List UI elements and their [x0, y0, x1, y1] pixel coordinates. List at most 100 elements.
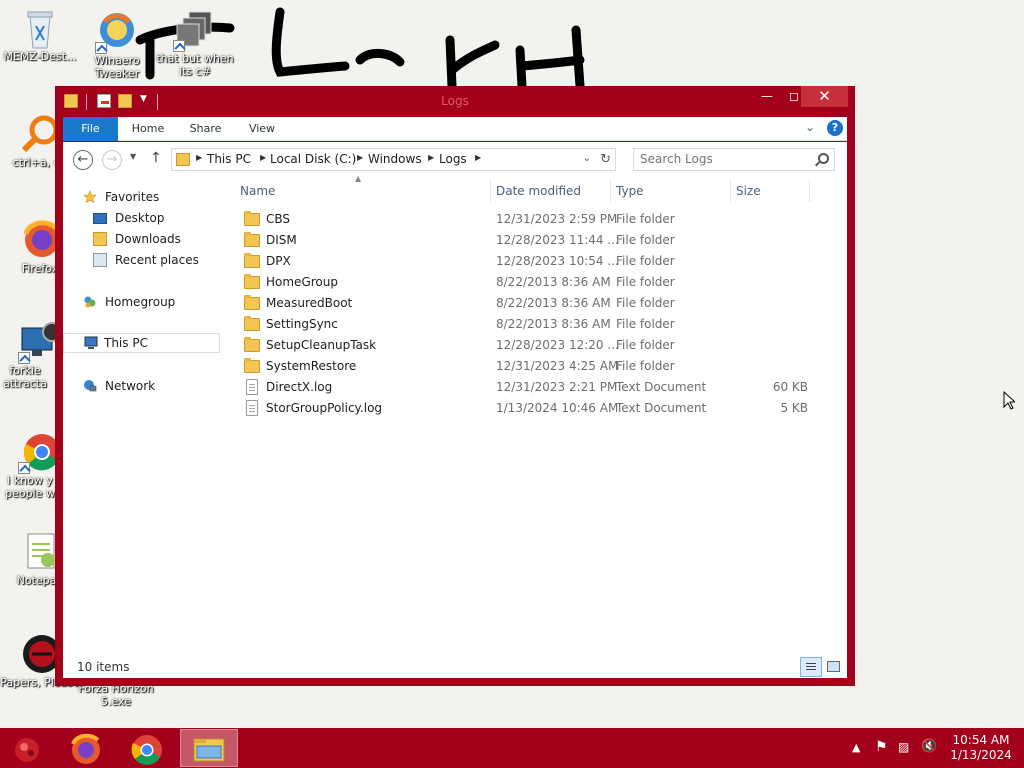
file-date: 8/22/2013 8:36 AM	[496, 317, 611, 331]
navigation-pane: Favorites Desktop Downloads Recent place…	[63, 176, 223, 656]
desktop-icon	[93, 213, 107, 224]
title-bar[interactable]: ▼ Logs — ◻ ✕	[55, 86, 855, 117]
nav-label: Downloads	[115, 232, 181, 246]
chevron-right-icon[interactable]: ▶	[428, 153, 434, 162]
tab-share[interactable]: Share	[178, 117, 233, 141]
column-divider[interactable]	[730, 180, 731, 202]
taskbar-clock[interactable]: 10:54 AM 1/13/2024	[946, 733, 1016, 763]
file-list: ▲ Name Date modified Type Size CBS 12/31…	[233, 174, 847, 656]
nav-downloads[interactable]: Downloads	[63, 229, 220, 249]
file-row[interactable]: DPX 12/28/2023 10:54 ... File folder	[233, 251, 833, 272]
winaero-icon	[95, 10, 139, 54]
desktop-icon-that-but-when[interactable]: that but when its c#	[155, 8, 235, 78]
tab-view[interactable]: View	[238, 117, 286, 141]
file-row[interactable]: SystemRestore 12/31/2023 4:25 AM File fo…	[233, 356, 833, 377]
file-row[interactable]: DISM 12/28/2023 11:44 ... File folder	[233, 230, 833, 251]
tab-home[interactable]: Home	[123, 117, 173, 141]
file-name: CBS	[266, 212, 291, 226]
file-row[interactable]: CBS 12/31/2023 2:59 PM File folder	[233, 209, 833, 230]
file-type: Text Document	[616, 401, 707, 415]
search-box[interactable]	[633, 148, 835, 171]
chevron-right-icon[interactable]: ▶	[260, 153, 266, 162]
shortcut-arrow-icon	[18, 462, 30, 474]
file-row[interactable]: SettingSync 8/22/2013 8:36 AM File folde…	[233, 314, 833, 335]
file-row[interactable]: HomeGroup 8/22/2013 8:36 AM File folder	[233, 272, 833, 293]
column-header-name[interactable]: Name	[240, 180, 490, 202]
address-bar[interactable]: ▶ This PC ▶ Local Disk (C:) ▶ Windows ▶ …	[171, 148, 616, 171]
address-history-dropdown[interactable]: ⌄	[583, 153, 591, 164]
file-type: Text Document	[616, 380, 707, 394]
file-row[interactable]: MeasuredBoot 8/22/2013 8:36 AM File fold…	[233, 293, 833, 314]
show-hidden-icons-button[interactable]: ▲	[852, 741, 860, 754]
nav-network[interactable]: Network	[63, 376, 220, 396]
file-type: File folder	[616, 296, 675, 310]
breadcrumb-this-pc[interactable]: This PC	[207, 152, 251, 166]
file-row[interactable]: StorGroupPolicy.log 1/13/2024 10:46 AM T…	[233, 398, 833, 419]
folder-icon	[244, 274, 260, 289]
file-name: SettingSync	[266, 317, 338, 331]
file-date: 1/13/2024 10:46 AM	[496, 401, 619, 415]
nav-favorites[interactable]: Favorites	[63, 187, 220, 207]
expand-ribbon-icon[interactable]: ⌄	[805, 120, 815, 134]
column-header-date-modified[interactable]: Date modified	[496, 180, 606, 202]
large-icons-view-button[interactable]	[825, 658, 841, 674]
forward-button[interactable]: →	[102, 150, 122, 170]
desktop-icon-winaero[interactable]: Winaero Tweaker	[77, 10, 157, 80]
text-document-icon	[246, 400, 258, 416]
details-view-button[interactable]	[800, 657, 822, 677]
column-divider[interactable]	[610, 180, 611, 202]
search-icon[interactable]	[818, 153, 829, 164]
clock-time: 10:54 AM	[952, 733, 1010, 747]
nav-this-pc[interactable]: This PC	[63, 333, 220, 353]
help-icon[interactable]: ?	[827, 120, 843, 136]
breadcrumb-windows[interactable]: Windows	[368, 152, 422, 166]
up-button[interactable]: ↑	[150, 150, 162, 166]
tab-file[interactable]: File	[63, 117, 118, 141]
folder-icon	[244, 337, 260, 352]
volume-muted-icon[interactable]: 🔇	[921, 739, 937, 754]
computer-icon	[84, 336, 98, 350]
nav-recent-places[interactable]: Recent places	[63, 250, 220, 270]
column-divider[interactable]	[809, 180, 810, 202]
recycle-bin-icon	[18, 6, 62, 50]
search-input[interactable]	[640, 152, 810, 166]
file-name: DPX	[266, 254, 291, 268]
network-icon[interactable]: ▨	[898, 740, 909, 754]
breadcrumb-local-disk[interactable]: Local Disk (C:)	[270, 152, 356, 166]
breadcrumb-logs[interactable]: Logs	[439, 152, 467, 166]
nav-desktop[interactable]: Desktop	[63, 208, 220, 228]
file-name: DISM	[266, 233, 297, 247]
nav-label: Network	[105, 379, 156, 393]
desktop-icon-recycle-bin[interactable]: MEMZ-Dest...	[0, 6, 80, 63]
file-explorer-window[interactable]: ▼ Logs — ◻ ✕ File Home Share View ⌄ ? ← …	[55, 86, 855, 686]
start-button[interactable]	[0, 731, 56, 767]
file-explorer-icon	[193, 738, 225, 762]
back-button[interactable]: ←	[73, 150, 93, 170]
minimize-button[interactable]: —	[754, 86, 780, 106]
chevron-right-icon[interactable]: ▶	[475, 153, 481, 162]
close-button[interactable]: ✕	[801, 86, 848, 107]
file-row[interactable]: DirectX.log 12/31/2023 2:21 PM Text Docu…	[233, 377, 833, 398]
mouse-pointer-icon	[1003, 391, 1015, 410]
taskbar-file-explorer[interactable]	[180, 729, 238, 767]
file-row[interactable]: SetupCleanupTask 12/28/2023 12:20 ... Fi…	[233, 335, 833, 356]
column-divider[interactable]	[490, 180, 491, 202]
chevron-right-icon[interactable]: ▶	[357, 153, 363, 162]
taskbar-chrome[interactable]	[119, 731, 175, 767]
navigation-bar: ← → ▼ ↑ ▶ This PC ▶ Local Disk (C:) ▶ Wi…	[63, 142, 847, 176]
column-header-type[interactable]: Type	[616, 180, 726, 202]
recent-locations-dropdown[interactable]: ▼	[130, 152, 136, 161]
desktop-icon-label: forkie attracta	[3, 364, 47, 390]
chevron-right-icon[interactable]: ▶	[196, 153, 202, 162]
column-header-size[interactable]: Size	[736, 180, 806, 202]
shortcut-arrow-icon	[173, 40, 185, 52]
recent-places-icon	[93, 253, 107, 267]
action-center-flag-icon[interactable]: ⚑	[875, 739, 888, 755]
network-icon	[83, 379, 97, 393]
taskbar-firefox[interactable]	[58, 731, 114, 767]
refresh-button[interactable]: ↻	[600, 152, 611, 167]
file-name: HomeGroup	[266, 275, 338, 289]
item-count: 10 items	[77, 660, 130, 674]
shortcut-arrow-icon	[18, 352, 30, 364]
nav-homegroup[interactable]: Homegroup	[63, 292, 220, 312]
